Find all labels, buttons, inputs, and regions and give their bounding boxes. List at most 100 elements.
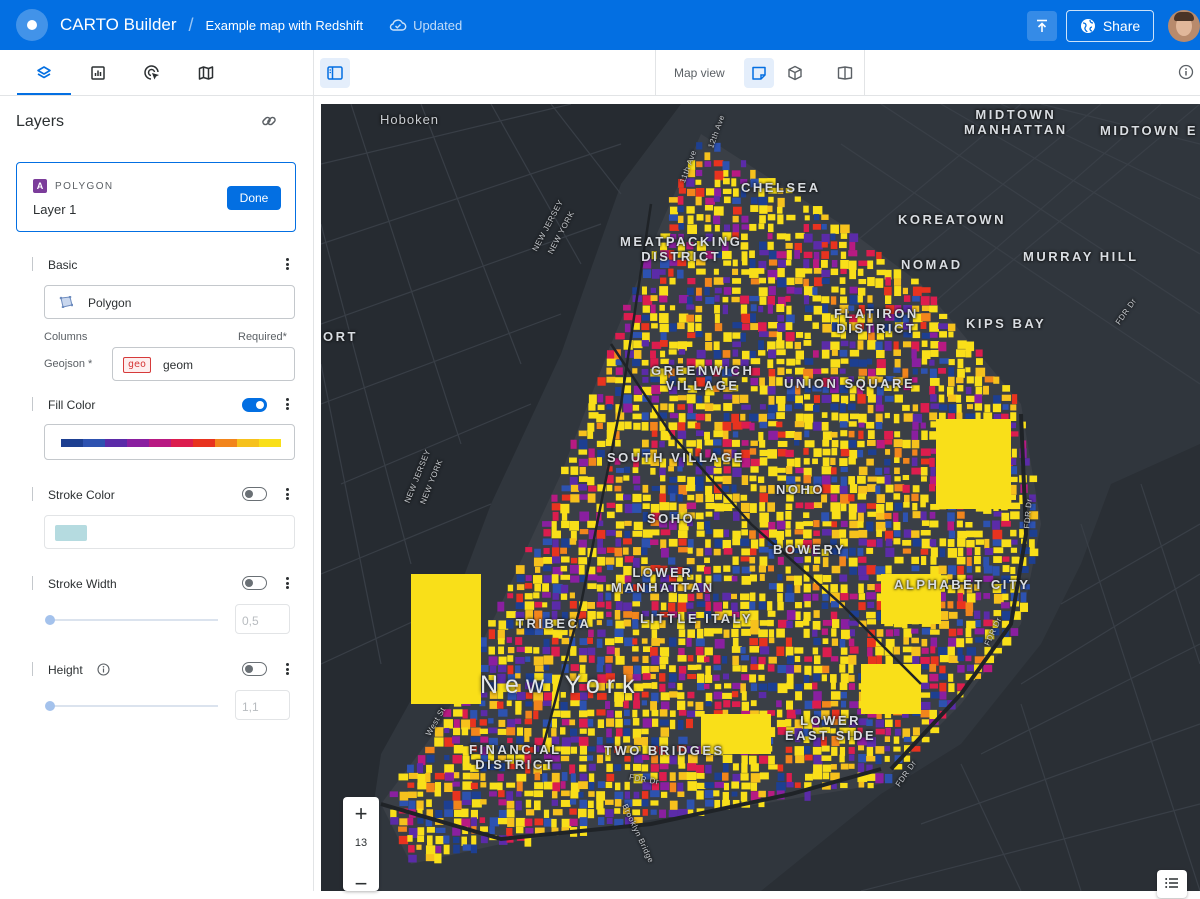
stroke-width-input[interactable]: 0,5	[235, 604, 290, 634]
columns-label: Columns	[44, 331, 88, 343]
2d-view-button[interactable]	[744, 58, 774, 88]
layer-card[interactable]: A POLYGON Layer 1 Done	[16, 162, 296, 232]
geometry-type-select[interactable]: Polygon	[44, 285, 295, 319]
done-button[interactable]: Done	[227, 186, 281, 210]
map-label-ort: ORT	[323, 329, 358, 344]
stroke-width-toggle[interactable]	[242, 576, 267, 590]
widgets-icon	[91, 66, 105, 80]
tab-layers[interactable]	[32, 62, 56, 84]
map-label-little-italy: LITTLE ITALY	[640, 611, 754, 626]
stroke-color-toggle[interactable]	[242, 487, 267, 501]
publish-button[interactable]	[1027, 11, 1057, 41]
share-button[interactable]: Share	[1066, 10, 1154, 42]
map-label-kips-bay: KIPS BAY	[966, 316, 1047, 331]
tab-basemap[interactable]	[194, 62, 218, 84]
fill-color-toggle[interactable]	[242, 398, 267, 412]
link-icon	[262, 116, 276, 126]
ramp-swatch	[127, 439, 149, 447]
legend-button[interactable]	[1157, 870, 1187, 898]
cloud-check-icon	[389, 19, 407, 31]
stroke-width-menu-button[interactable]	[282, 575, 292, 591]
height-slider-thumb[interactable]	[45, 701, 55, 711]
map-label-fdr-2: FDR Dr	[1022, 498, 1034, 529]
ramp-swatch	[237, 439, 259, 447]
map-2d-icon	[752, 66, 766, 80]
basic-menu-button[interactable]	[282, 256, 292, 272]
cube-icon	[788, 65, 802, 81]
toggle-panel-button[interactable]	[320, 58, 350, 88]
sidebar-tabs	[0, 50, 314, 96]
map-title[interactable]: Example map with Redshift	[206, 18, 364, 33]
ramp-swatch	[259, 439, 281, 447]
ramp-swatch	[171, 439, 193, 447]
height-menu-button[interactable]	[282, 661, 292, 677]
fill-color-palette[interactable]	[44, 424, 295, 460]
layers-panel: Layers A POLYGON Layer 1 Done Basic Poly…	[0, 96, 314, 891]
geo-column-value: geom	[163, 358, 194, 372]
map-label-koreatown: KOREATOWN	[898, 212, 1006, 227]
basic-section-label: Basic	[48, 258, 78, 272]
map-info-button[interactable]	[1178, 64, 1194, 85]
3d-view-button[interactable]	[780, 58, 810, 88]
stroke-color-picker[interactable]	[44, 515, 295, 549]
geojson-column-select[interactable]: geo geom	[112, 347, 295, 381]
stroke-width-label: Stroke Width	[48, 577, 117, 591]
layer-type-label: POLYGON	[55, 181, 114, 192]
info-icon	[1178, 64, 1194, 80]
zoom-in-button[interactable]: +	[343, 799, 379, 829]
map-label-bowery: BOWERY	[773, 542, 847, 557]
section-marker	[32, 662, 33, 676]
carto-logo[interactable]	[16, 9, 48, 41]
tab-interactions[interactable]	[140, 62, 164, 84]
map-label-noho: NOHO	[776, 482, 825, 497]
map-toolbar: Map view	[314, 50, 1200, 96]
section-marker	[32, 576, 33, 590]
stroke-color-swatch	[55, 525, 87, 541]
basemap	[321, 104, 1200, 891]
map-label-midtown-manhattan: MIDTOWN MANHATTAN	[964, 107, 1068, 137]
stroke-width-slider-track[interactable]	[50, 619, 218, 621]
layer-letter-badge: A	[33, 179, 47, 193]
map-label-hoboken: Hoboken	[380, 112, 440, 127]
geojson-label: Geojson *	[44, 358, 93, 370]
link-layers-button[interactable]	[260, 112, 278, 135]
save-status-text: Updated	[413, 17, 463, 33]
map-label-meatpacking: MEATPACKING DISTRICT	[620, 234, 743, 264]
view-mode-group: Map view	[655, 50, 865, 96]
zoom-control: + 13 −	[343, 797, 379, 896]
breadcrumb-separator: /	[188, 14, 194, 35]
map-label-flatiron: FLATIRON DISTRICT	[834, 306, 919, 336]
layer-name[interactable]: Layer 1	[33, 202, 76, 217]
info-icon[interactable]	[97, 663, 110, 676]
height-toggle[interactable]	[242, 662, 267, 676]
fill-color-menu-button[interactable]	[282, 396, 292, 412]
height-slider-track[interactable]	[50, 705, 218, 707]
sidebar-panel-icon	[327, 66, 343, 80]
save-status: Updated	[389, 18, 462, 33]
stroke-width-slider-thumb[interactable]	[45, 615, 55, 625]
map-canvas[interactable]: MIDTOWN MANHATTAN MIDTOWN E Hoboken CHELS…	[321, 104, 1200, 891]
ramp-swatch	[61, 439, 83, 447]
zoom-out-button[interactable]: −	[343, 869, 379, 899]
globe-icon	[1080, 19, 1095, 33]
ramp-swatch	[83, 439, 105, 447]
split-view-icon	[837, 66, 853, 80]
stroke-color-menu-button[interactable]	[282, 486, 292, 502]
map-label-lower-manhattan: LOWER MANHATTAN	[611, 565, 715, 595]
map-label-lower-east-side: LOWER EAST SIDE	[785, 713, 877, 743]
map-view-label: Map view	[674, 66, 725, 80]
section-marker	[32, 257, 33, 271]
map-label-nomad: NOMAD	[901, 257, 963, 272]
height-input[interactable]: 1,1	[235, 690, 290, 720]
geometry-type-value: Polygon	[88, 296, 132, 310]
split-view-button[interactable]	[830, 58, 860, 88]
map-label-two-bridges: TWO BRIDGES	[604, 743, 725, 758]
user-avatar[interactable]	[1168, 10, 1200, 42]
required-label: Required*	[238, 331, 287, 343]
map-label-soho: SOHO	[647, 511, 696, 526]
tab-widgets[interactable]	[86, 62, 110, 84]
map-label-chelsea: CHELSEA	[741, 180, 821, 195]
top-bar: CARTO Builder / Example map with Redshif…	[0, 0, 1200, 50]
color-ramp	[61, 439, 281, 447]
basemap-icon	[198, 66, 214, 80]
